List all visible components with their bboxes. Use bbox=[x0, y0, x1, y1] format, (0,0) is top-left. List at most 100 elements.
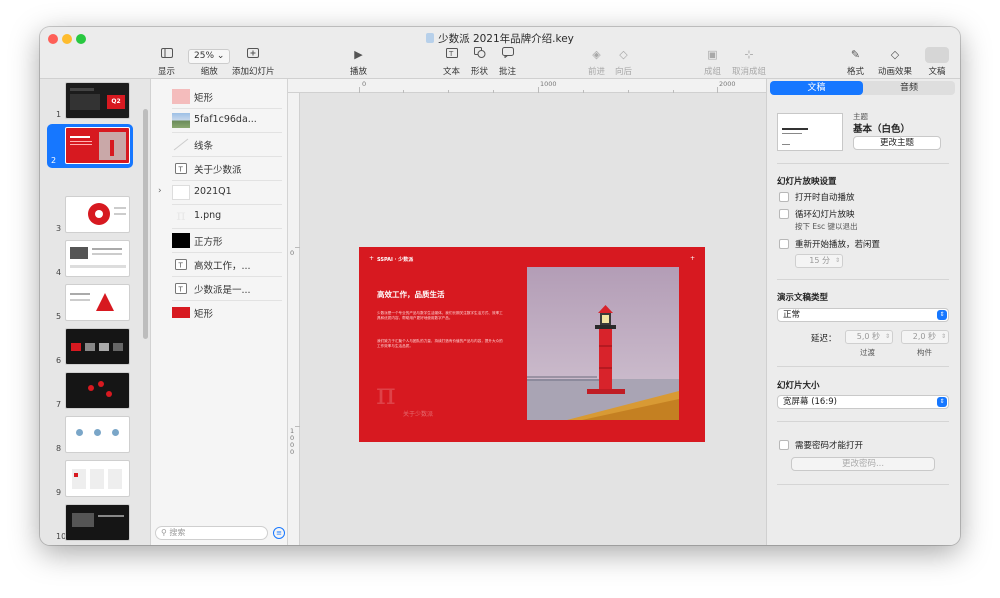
text-box-icon: T bbox=[172, 257, 190, 272]
slide-paragraph[interactable]: 我们致力于汇聚个人与团队的力量，持续打造有价值的产品与内容，提升大众的工作效率与… bbox=[377, 339, 505, 349]
lighthouse-photo[interactable] bbox=[527, 267, 679, 420]
presentation-type-title: 演示文稿类型 bbox=[777, 293, 829, 303]
svg-text:T: T bbox=[178, 166, 184, 174]
line-icon bbox=[172, 137, 190, 152]
object-list-item[interactable]: π 1.png bbox=[172, 205, 282, 229]
chevron-right-icon[interactable]: › bbox=[158, 186, 162, 196]
add-slide-button[interactable]: 添加幻灯片 bbox=[232, 47, 275, 77]
object-list-item[interactable]: 矩形 bbox=[172, 301, 282, 325]
vertical-ruler: 0 1000 bbox=[288, 93, 300, 545]
toolbar: 少数派 2021年品牌介绍.key 显示 25% ⌄ 缩放 添加幻灯片 ▶ 播放… bbox=[40, 27, 960, 79]
chevron-down-icon: ⌄ bbox=[216, 51, 225, 61]
slide-size-select[interactable]: 宽屏幕 (16:9) ⇕ bbox=[777, 395, 949, 409]
loop-checkbox[interactable] bbox=[779, 209, 789, 219]
tab-document[interactable]: 文稿 bbox=[770, 81, 863, 95]
object-search-input[interactable]: ⚲ 搜索 bbox=[155, 526, 268, 540]
inspector-tabs: 文稿 音频 bbox=[770, 81, 955, 95]
document-button[interactable]: 文稿 bbox=[925, 47, 949, 77]
black-square-icon bbox=[172, 233, 190, 248]
idle-minutes-stepper[interactable]: 15 分 ⇕ bbox=[795, 254, 843, 268]
bring-forward-button[interactable]: ◈ 前进 bbox=[588, 47, 605, 77]
ungroup-icon: ⊹ bbox=[744, 48, 754, 61]
stepper-arrows-icon[interactable]: ⇕ bbox=[885, 331, 890, 343]
slide-thumbnail-8[interactable] bbox=[65, 416, 130, 453]
transition-delay-stepper[interactable]: 5,0 秒 ⇕ bbox=[845, 330, 893, 344]
change-password-button[interactable]: 更改密码... bbox=[791, 457, 935, 471]
ungroup-button[interactable]: ⊹ 取消成组 bbox=[732, 47, 766, 77]
horizontal-ruler: 0 1000 2000 bbox=[288, 79, 766, 93]
change-theme-button[interactable]: 更改主题 bbox=[853, 136, 941, 150]
object-list-item[interactable]: 正方形 bbox=[172, 229, 282, 253]
text-box-icon: T bbox=[172, 281, 190, 296]
filter-icon[interactable]: ≡ bbox=[273, 527, 285, 539]
comment-button[interactable]: 批注 bbox=[499, 47, 516, 77]
slide-thumbnail-7[interactable] bbox=[65, 372, 130, 409]
animate-button[interactable]: ◇ 动画效果 bbox=[878, 47, 912, 77]
pi-watermark-logo[interactable]: π bbox=[376, 377, 396, 412]
current-slide[interactable]: + SSPAI · 少数派 + 高效工作，品质生活 少数派是一个专业的产品与数字… bbox=[359, 247, 705, 442]
theme-thumbnail[interactable] bbox=[777, 113, 843, 151]
document-inspector: 文稿 音频 主题 基本（白色） 更改主题 幻灯片放映设置 打开时自动播放 循环幻… bbox=[766, 79, 960, 545]
keynote-doc-icon bbox=[426, 33, 435, 43]
sidebar-icon bbox=[158, 47, 175, 63]
object-list-item[interactable]: T 少数派是一... bbox=[172, 277, 282, 301]
text-box-icon: T bbox=[443, 47, 460, 63]
slide-thumbnail-10[interactable] bbox=[65, 504, 130, 541]
slide-about-text[interactable]: 关于少数派 bbox=[403, 409, 433, 418]
group-button[interactable]: ▣ 成组 bbox=[704, 47, 721, 77]
slide-thumbnail-6[interactable] bbox=[65, 328, 130, 365]
display-button[interactable]: 显示 bbox=[158, 47, 175, 77]
shape-button[interactable]: 形状 bbox=[471, 47, 488, 77]
restart-idle-checkbox[interactable] bbox=[779, 239, 789, 249]
object-list-group-item[interactable]: › 2021Q1 bbox=[158, 181, 282, 205]
stepper-arrows-icon[interactable]: ⇕ bbox=[941, 331, 946, 343]
keynote-window: 少数派 2021年品牌介绍.key 显示 25% ⌄ 缩放 添加幻灯片 ▶ 播放… bbox=[40, 27, 960, 545]
object-list-item[interactable]: 线条 bbox=[172, 133, 282, 157]
object-list-item[interactable]: T 关于少数派 bbox=[172, 157, 282, 181]
text-button[interactable]: T 文本 bbox=[443, 47, 460, 77]
animate-diamond-icon: ◇ bbox=[890, 48, 900, 61]
autoplay-checkbox[interactable] bbox=[779, 192, 789, 202]
shape-icon bbox=[471, 47, 488, 63]
playback-settings-title: 幻灯片放映设置 bbox=[777, 177, 837, 187]
slide-brand[interactable]: SSPAI · 少数派 bbox=[377, 256, 413, 263]
slide-thumbnail-5[interactable] bbox=[65, 284, 130, 321]
object-list-item[interactable]: 矩形 bbox=[172, 85, 282, 109]
send-backward-button[interactable]: ◇ 向后 bbox=[615, 47, 632, 77]
svg-text:T: T bbox=[448, 50, 454, 58]
zoom-control[interactable]: 25% ⌄ 缩放 bbox=[188, 47, 231, 77]
build-delay-stepper[interactable]: 2,0 秒 ⇕ bbox=[901, 330, 949, 344]
presentation-type-select[interactable]: 正常 ⇕ bbox=[777, 308, 949, 322]
image-icon bbox=[172, 113, 190, 128]
tab-audio[interactable]: 音频 bbox=[863, 81, 955, 95]
stepper-arrows-icon[interactable]: ⇕ bbox=[835, 255, 840, 267]
object-list-item[interactable]: T 高效工作，... bbox=[172, 253, 282, 277]
slide-thumbnail-3[interactable] bbox=[65, 196, 130, 233]
play-button[interactable]: ▶ 播放 bbox=[350, 47, 367, 77]
navigator-scrollbar[interactable] bbox=[143, 109, 148, 339]
search-icon: ⚲ bbox=[161, 528, 167, 537]
plus-mark-icon: + bbox=[369, 255, 375, 262]
chevron-updown-icon: ⇕ bbox=[937, 310, 947, 320]
format-button[interactable]: ✎ 格式 bbox=[847, 47, 864, 77]
pink-rect-icon bbox=[172, 89, 190, 104]
slide-thumbnail-9[interactable] bbox=[65, 460, 130, 497]
slide-thumbnail-1[interactable]: Q2 bbox=[65, 82, 130, 119]
zoom-popup[interactable]: 25% ⌄ bbox=[188, 49, 231, 64]
play-icon: ▶ bbox=[354, 48, 363, 61]
document-icon bbox=[925, 47, 949, 63]
theme-name: 基本（白色） bbox=[853, 124, 911, 135]
slide-paragraph[interactable]: 少数派是一个专业的产品与数字生活媒体。我们长期关注数字生活方式、效率工具和优质内… bbox=[377, 311, 505, 321]
slide-thumbnail-4[interactable] bbox=[65, 240, 130, 277]
pi-image-icon: π bbox=[176, 208, 186, 224]
slide-canvas[interactable]: 0 1000 2000 0 1000 + SSPAI · 少数派 + 高效工作，… bbox=[288, 79, 766, 545]
slide-headline[interactable]: 高效工作，品质生活 bbox=[377, 289, 445, 300]
red-rect-icon bbox=[172, 307, 190, 318]
text-box-icon: T bbox=[172, 161, 190, 176]
comment-icon bbox=[499, 47, 516, 63]
require-password-checkbox[interactable] bbox=[779, 440, 789, 450]
object-list-item[interactable]: 5faf1c96da... bbox=[172, 109, 282, 133]
group-icon bbox=[172, 185, 190, 200]
group-icon: ▣ bbox=[707, 48, 718, 61]
slide-thumbnail-2[interactable] bbox=[65, 127, 130, 164]
